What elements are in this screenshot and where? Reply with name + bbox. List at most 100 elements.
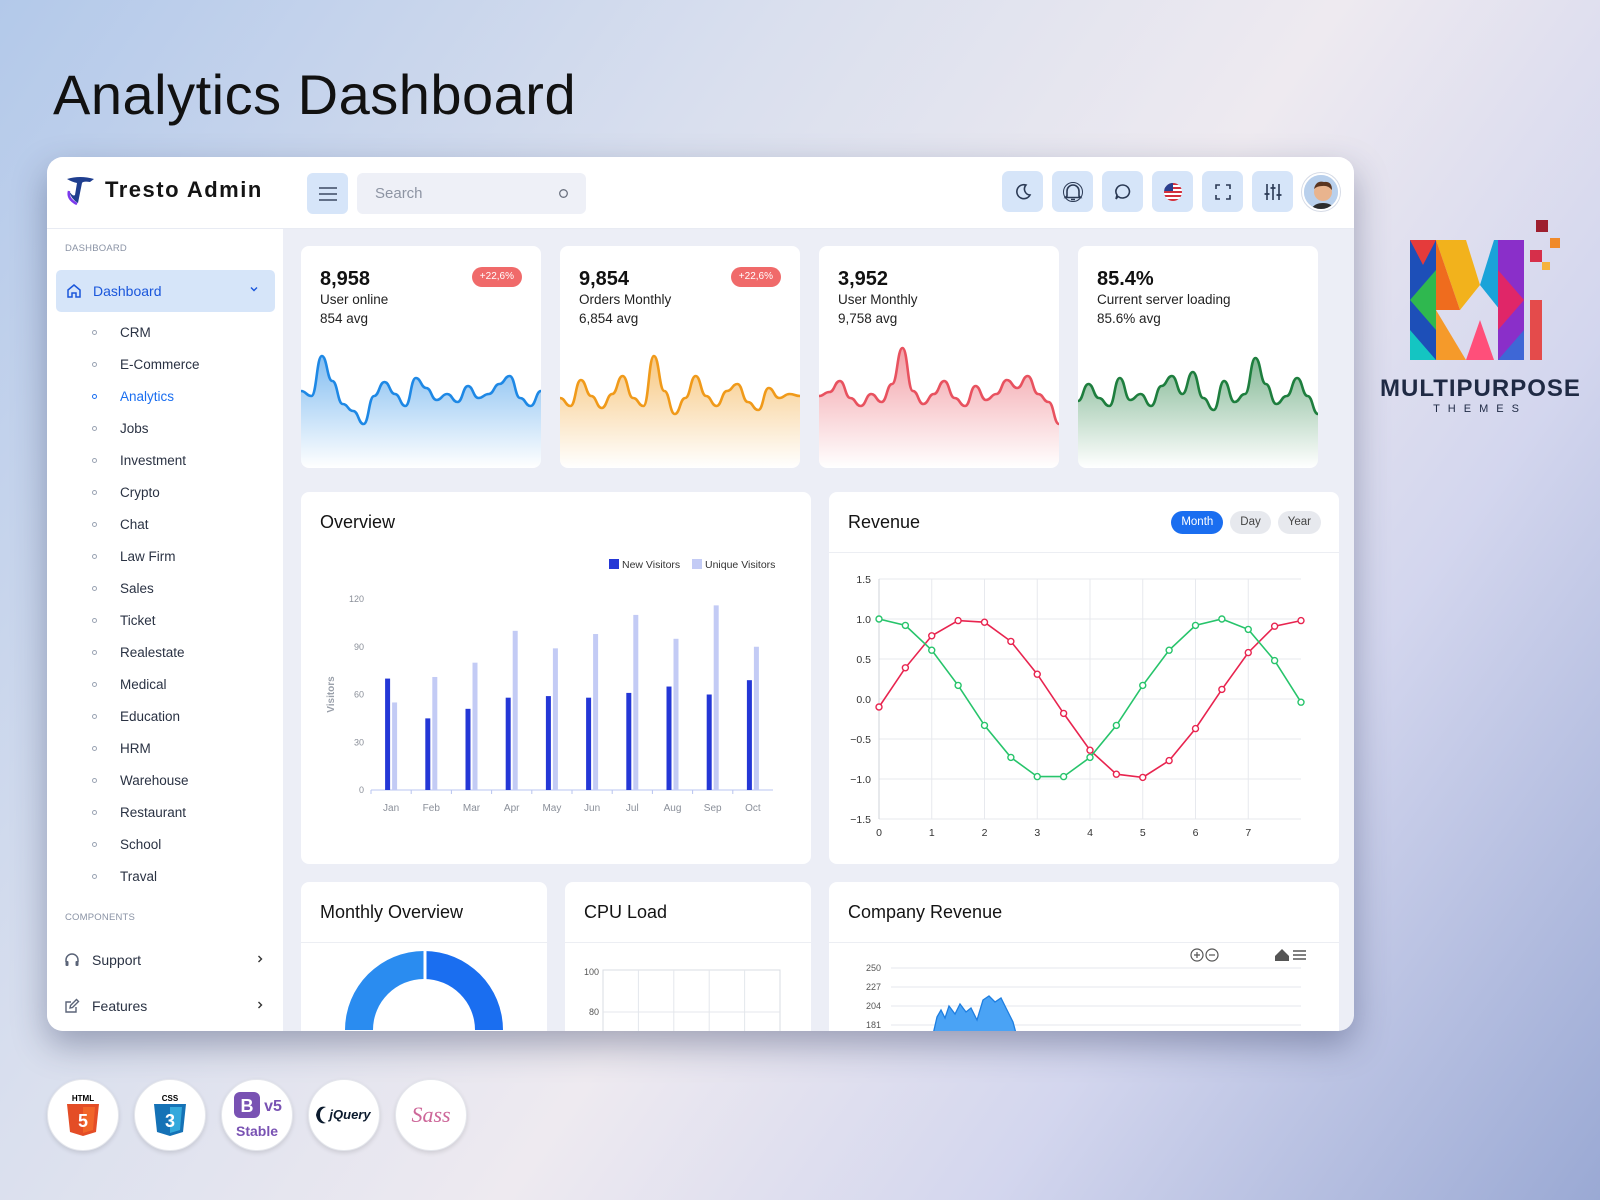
zoom-in-icon[interactable]	[1190, 948, 1204, 962]
sidebar-item-dashboard[interactable]: Dashboard	[56, 270, 275, 312]
sidebar-item-restaurant[interactable]: Restaurant	[47, 796, 283, 828]
data-point[interactable]	[1086, 753, 1094, 762]
data-point[interactable]	[1297, 698, 1305, 706]
bar-new-visitors[interactable]	[746, 680, 752, 790]
language-button[interactable]	[1152, 171, 1193, 212]
x-tick-label: Mar	[463, 803, 481, 814]
sidebar-item-label: Analytics	[120, 388, 175, 404]
data-point[interactable]	[954, 616, 962, 625]
sidebar-item-ticket[interactable]: Ticket	[47, 604, 283, 636]
data-point[interactable]	[928, 632, 936, 640]
bar-new-visitors[interactable]	[425, 718, 431, 790]
data-point[interactable]	[1139, 773, 1147, 782]
notifications-button[interactable]	[1052, 171, 1093, 212]
bar-new-visitors[interactable]	[626, 692, 632, 790]
svg-text:jQuery: jQuery	[327, 1107, 371, 1122]
sidebar-item-jobs[interactable]: Jobs	[47, 412, 283, 444]
sidebar-item-investment[interactable]: Investment	[47, 444, 283, 476]
data-point[interactable]	[1059, 772, 1068, 781]
search-input[interactable]: Search	[357, 173, 586, 214]
data-point[interactable]	[928, 646, 936, 654]
messages-button[interactable]	[1102, 171, 1143, 212]
data-point[interactable]	[1007, 637, 1015, 646]
sidebar-item-crypto[interactable]: Crypto	[47, 476, 283, 508]
bar-unique-visitors[interactable]	[593, 634, 599, 790]
reset-zoom-home-icon[interactable]	[1275, 949, 1289, 961]
data-point[interactable]	[1165, 646, 1173, 654]
zoom-out-icon[interactable]	[1205, 948, 1219, 962]
data-point[interactable]	[1218, 615, 1226, 623]
bar-unique-visitors[interactable]	[673, 638, 679, 790]
sidebar-item-realestate[interactable]: Realestate	[47, 636, 283, 668]
data-point[interactable]	[980, 618, 989, 626]
bar-unique-visitors[interactable]	[633, 614, 639, 790]
data-point[interactable]	[1059, 709, 1068, 718]
sidebar-item-analytics[interactable]: Analytics	[47, 380, 283, 412]
bar-new-visitors[interactable]	[666, 686, 672, 790]
dark-mode-button[interactable]	[1002, 171, 1043, 212]
bar-new-visitors[interactable]	[465, 708, 471, 790]
sidebar-item-support[interactable]: Support	[47, 937, 283, 983]
data-point[interactable]	[1007, 753, 1015, 762]
sidebar-item-school[interactable]: School	[47, 828, 283, 860]
sidebar-item-crm[interactable]: CRM	[47, 316, 283, 348]
logo-icon	[67, 177, 94, 206]
sidebar-item-law-firm[interactable]: Law Firm	[47, 540, 283, 572]
sidebar-item-features[interactable]: Features	[47, 983, 283, 1029]
legend-label[interactable]: New Visitors	[622, 559, 680, 571]
data-point[interactable]	[901, 621, 910, 630]
sidebar-item-education[interactable]: Education	[47, 700, 283, 732]
html5-badge: HTML 5	[47, 1079, 119, 1151]
sidebar-item-hrm[interactable]: HRM	[47, 732, 283, 764]
data-point[interactable]	[875, 703, 883, 711]
data-point[interactable]	[1139, 681, 1147, 690]
fullscreen-button[interactable]	[1202, 171, 1243, 212]
data-point[interactable]	[901, 664, 910, 672]
sidebar-item-medical[interactable]: Medical	[47, 668, 283, 700]
data-point[interactable]	[1244, 625, 1252, 634]
sidebar-item-traval[interactable]: Traval	[47, 860, 283, 892]
bar-unique-visitors[interactable]	[392, 702, 398, 790]
bar-unique-visitors[interactable]	[753, 646, 759, 790]
bar-new-visitors[interactable]	[385, 678, 391, 790]
data-point[interactable]	[954, 681, 962, 690]
bar-new-visitors[interactable]	[505, 697, 511, 790]
overview-card: Overview 0 30 60 90 120 Visitors Jan Feb Mar Apr M…	[301, 492, 811, 864]
data-point[interactable]	[1297, 616, 1305, 625]
bar-new-visitors[interactable]	[706, 694, 712, 791]
menu-toggle-button[interactable]	[307, 173, 348, 214]
data-point[interactable]	[1270, 656, 1279, 665]
revenue-card: Revenue Month Day Year 1.5 1.0 0.5 0.0 −0.5−…	[829, 492, 1339, 864]
data-point[interactable]	[1033, 670, 1041, 678]
sidebar-item-sales[interactable]: Sales	[47, 572, 283, 604]
bar-unique-visitors[interactable]	[512, 630, 518, 790]
user-avatar[interactable]	[1302, 172, 1340, 211]
data-point[interactable]	[1270, 622, 1279, 630]
settings-button[interactable]	[1252, 171, 1293, 212]
bar-unique-visitors[interactable]	[432, 676, 438, 790]
bar-new-visitors[interactable]	[545, 696, 551, 790]
bar-unique-visitors[interactable]	[472, 662, 478, 790]
data-point[interactable]	[980, 721, 989, 730]
sidebar-item-chat[interactable]: Chat	[47, 508, 283, 540]
bar-unique-visitors[interactable]	[713, 605, 719, 790]
data-point[interactable]	[1112, 770, 1121, 778]
data-point[interactable]	[1191, 724, 1200, 733]
data-point[interactable]	[1218, 685, 1226, 694]
data-point[interactable]	[1086, 746, 1094, 754]
legend-label[interactable]: Unique Visitors	[705, 559, 775, 571]
sidebar-item-e-commerce[interactable]: E-Commerce	[47, 348, 283, 380]
sidebar-item-warehouse[interactable]: Warehouse	[47, 764, 283, 796]
search-icon[interactable]	[558, 188, 570, 200]
chart-menu-icon[interactable]	[1293, 950, 1306, 960]
app-logo[interactable]: Tresto Admin	[63, 173, 263, 207]
data-point[interactable]	[1033, 772, 1041, 781]
data-point[interactable]	[1244, 648, 1252, 657]
bar-new-visitors[interactable]	[586, 697, 592, 790]
css3-icon: CSS 3	[154, 1094, 186, 1136]
bar-unique-visitors[interactable]	[552, 648, 558, 790]
data-point[interactable]	[1191, 621, 1200, 630]
data-point[interactable]	[875, 615, 883, 623]
data-point[interactable]	[1112, 721, 1121, 730]
data-point[interactable]	[1165, 756, 1173, 765]
